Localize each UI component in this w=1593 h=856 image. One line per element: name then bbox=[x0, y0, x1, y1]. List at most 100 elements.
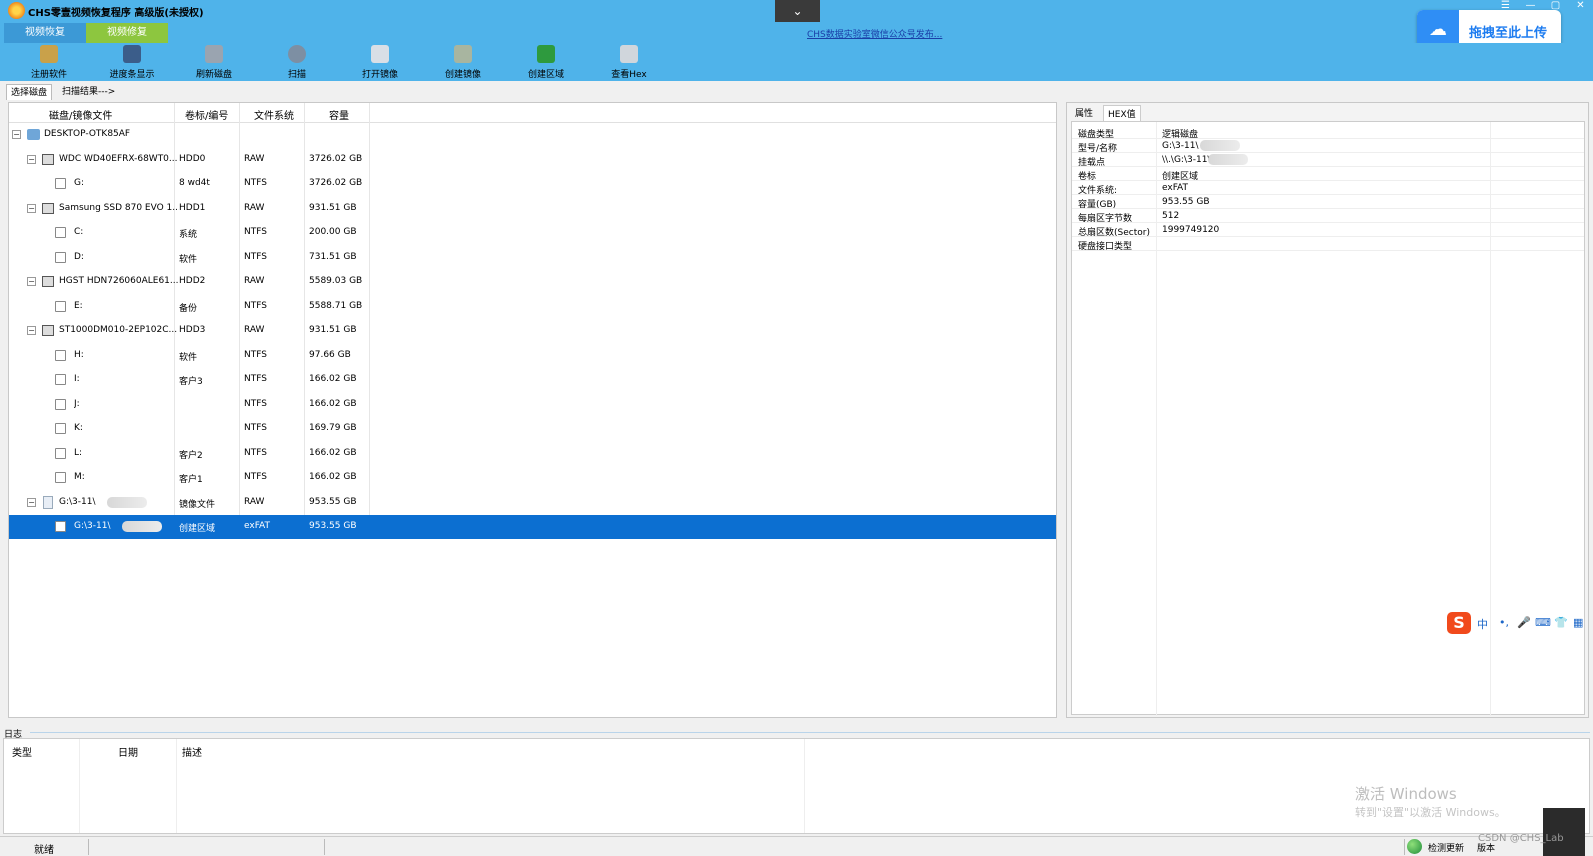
tab-scan-results[interactable]: 扫描结果---> bbox=[58, 84, 119, 100]
volume-label: 创建区域 bbox=[179, 524, 216, 534]
title-bar: CHS零壹视频恢复程序 高级版(未授权) ⌄ ☰ — ▢ ✕ bbox=[0, 0, 1593, 22]
register-button[interactable]: 注册软件 bbox=[14, 45, 84, 81]
table-row[interactable]: − G:\3-11\ 镜像文件 RAW 953.55 GB bbox=[9, 491, 1056, 515]
volume-checkbox[interactable] bbox=[55, 447, 66, 459]
ime-toolbar[interactable]: S 中 •, 🎤 ⌨ 👕 ▦ bbox=[1447, 610, 1593, 636]
log-column-header[interactable]: 描述 bbox=[182, 744, 202, 759]
property-value: 1999749120 bbox=[1162, 225, 1220, 235]
table-row[interactable]: − ST1000DM010-2EP102C... HDD3 RAW 931.51 GB bbox=[9, 319, 1056, 343]
property-row[interactable]: 文件系统: exFAT bbox=[1072, 181, 1584, 196]
log-column-header[interactable]: 类型 bbox=[12, 744, 32, 759]
property-key: 硬盘接口类型 bbox=[1078, 242, 1133, 252]
table-row[interactable]: − HGST HDN726060ALE61... HDD2 RAW 5589.03 GB bbox=[9, 270, 1056, 294]
tree-collapse-toggle[interactable]: − bbox=[27, 326, 36, 335]
tree-collapse-toggle[interactable]: − bbox=[27, 497, 36, 507]
property-row[interactable]: 卷标 创建区域 bbox=[1072, 167, 1584, 182]
volume-checkbox[interactable] bbox=[55, 300, 66, 312]
progress-toggle-button[interactable]: 进度条显示 bbox=[97, 45, 167, 81]
column-header[interactable]: 磁盘/镜像文件 bbox=[49, 107, 112, 122]
ime-microphone-icon[interactable]: 🎤 bbox=[1517, 616, 1531, 629]
table-row[interactable]: − WDC WD40EFRX-68WT0... HDD0 RAW 3726.02 GB bbox=[9, 148, 1056, 172]
file-system: RAW bbox=[244, 325, 265, 335]
ime-keyboard-icon[interactable]: ⌨ bbox=[1535, 616, 1551, 629]
table-row[interactable]: H: 软件 NTFS 97.66 GB bbox=[9, 344, 1056, 368]
volume-checkbox[interactable] bbox=[55, 227, 66, 238]
tab-select-disk[interactable]: 选择磁盘 bbox=[6, 84, 53, 100]
table-row[interactable]: J: NTFS 166.02 GB bbox=[9, 393, 1056, 417]
hard-disk-icon bbox=[42, 276, 54, 287]
disk-name: L: bbox=[74, 447, 83, 458]
volume-checkbox[interactable] bbox=[55, 349, 66, 361]
property-row[interactable]: 硬盘接口类型 bbox=[1072, 237, 1584, 252]
volume-label: 备份 bbox=[179, 303, 198, 314]
tab-hex[interactable]: HEX值 bbox=[1103, 105, 1141, 122]
table-row[interactable]: E: 备份 NTFS 5588.71 GB bbox=[9, 295, 1056, 319]
mode-bar: 视频恢复 视频修复 CHS数据实验室微信公众号发布... bbox=[0, 22, 1593, 43]
table-row[interactable]: K: NTFS 169.79 GB bbox=[9, 417, 1056, 441]
notice-link[interactable]: CHS数据实验室微信公众号发布... bbox=[807, 27, 942, 40]
open-image-button[interactable]: 打开镜像 bbox=[345, 45, 415, 81]
table-row[interactable]: C: 系统 NTFS 200.00 GB bbox=[9, 221, 1056, 245]
ime-toolbox-icon[interactable]: ▦ bbox=[1573, 616, 1583, 629]
scan-button[interactable]: 扫描 bbox=[262, 45, 332, 81]
property-row[interactable]: 每扇区字节数 512 bbox=[1072, 209, 1584, 224]
volume-checkbox[interactable] bbox=[55, 251, 66, 263]
volume-checkbox[interactable] bbox=[55, 398, 66, 410]
property-row[interactable]: 挂载点 \\.\G:\3-11\ bbox=[1072, 153, 1584, 168]
collapse-chevron-button[interactable]: ⌄ bbox=[775, 0, 820, 22]
table-row[interactable]: I: 客户3 NTFS 166.02 GB bbox=[9, 368, 1056, 392]
property-row[interactable]: 型号/名称 G:\3-11\ bbox=[1072, 139, 1584, 154]
volume-checkbox[interactable] bbox=[55, 374, 66, 385]
ime-punctuation-icon[interactable]: •, bbox=[1499, 616, 1509, 629]
table-row[interactable]: L: 客户2 NTFS 166.02 GB bbox=[9, 442, 1056, 466]
tree-collapse-toggle[interactable]: − bbox=[27, 203, 36, 213]
table-row[interactable]: − Samsung SSD 870 EVO 1... HDD1 RAW 931.51 G… bbox=[9, 197, 1056, 221]
magnifier-icon bbox=[288, 45, 306, 63]
column-header[interactable]: 容量 bbox=[329, 107, 349, 122]
property-row[interactable]: 总扇区数(Sector) 1999749120 bbox=[1072, 223, 1584, 238]
tab-video-repair[interactable]: 视频修复 bbox=[86, 23, 168, 43]
table-row[interactable]: − DESKTOP-OTK85AF bbox=[9, 123, 1056, 147]
tree-collapse-toggle[interactable]: − bbox=[27, 154, 36, 164]
volume-checkbox[interactable] bbox=[55, 472, 66, 483]
column-header[interactable]: 文件系统 bbox=[254, 107, 294, 122]
file-system: NTFS bbox=[244, 423, 267, 433]
table-row[interactable]: D: 软件 NTFS 731.51 GB bbox=[9, 246, 1056, 270]
volume-checkbox[interactable] bbox=[55, 521, 66, 532]
disk-name: G: bbox=[74, 178, 85, 188]
property-row[interactable]: 容量(GB) 953.55 GB bbox=[1072, 195, 1584, 210]
sogou-logo-icon[interactable]: S bbox=[1447, 612, 1471, 634]
view-hex-button[interactable]: 查看Hex bbox=[594, 45, 664, 81]
table-row[interactable]: M: 客户1 NTFS 166.02 GB bbox=[9, 466, 1056, 490]
property-row[interactable]: 磁盘类型 逻辑磁盘 bbox=[1072, 125, 1584, 140]
hard-disk-icon bbox=[42, 202, 54, 214]
create-image-icon bbox=[454, 45, 472, 63]
create-image-button[interactable]: 创建镜像 bbox=[428, 45, 498, 81]
volume-checkbox[interactable] bbox=[55, 423, 66, 434]
log-column-header[interactable]: 日期 bbox=[118, 744, 138, 759]
file-system: RAW bbox=[244, 496, 265, 507]
refresh-disk-button[interactable]: 刷新磁盘 bbox=[179, 45, 249, 81]
create-region-button[interactable]: 创建区域 bbox=[511, 45, 581, 81]
log-table: 类型 日期 描述 bbox=[3, 738, 1590, 834]
column-header[interactable]: 卷标/编号 bbox=[185, 107, 228, 122]
close-button[interactable]: ✕ bbox=[1568, 0, 1593, 12]
table-header: 磁盘/镜像文件 卷标/编号 文件系统 容量 bbox=[9, 103, 1056, 123]
tab-properties[interactable]: 属性 bbox=[1071, 105, 1097, 120]
check-update-link[interactable]: 检测更新 bbox=[1428, 841, 1464, 854]
volume-label: 客户1 bbox=[179, 475, 203, 485]
file-system: NTFS bbox=[244, 398, 267, 409]
key-icon bbox=[40, 45, 58, 63]
volume-label: 软件 bbox=[179, 254, 198, 265]
property-tabs: 属性 HEX值 bbox=[1067, 103, 1588, 122]
file-system: NTFS bbox=[244, 251, 267, 262]
tab-video-recovery[interactable]: 视频恢复 bbox=[4, 23, 86, 43]
ime-chinese-mode[interactable]: 中 bbox=[1477, 616, 1488, 632]
table-row[interactable]: G: 8 wd4t NTFS 3726.02 GB bbox=[9, 172, 1056, 196]
volume-checkbox[interactable] bbox=[55, 178, 66, 189]
ime-skin-icon[interactable]: 👕 bbox=[1554, 616, 1568, 629]
table-row[interactable]: G:\3-11\ 创建区域 exFAT 953.55 GB bbox=[9, 515, 1056, 539]
disk-name: M: bbox=[74, 472, 85, 482]
tree-collapse-toggle[interactable]: − bbox=[27, 277, 36, 286]
tree-collapse-toggle[interactable]: − bbox=[12, 130, 21, 139]
